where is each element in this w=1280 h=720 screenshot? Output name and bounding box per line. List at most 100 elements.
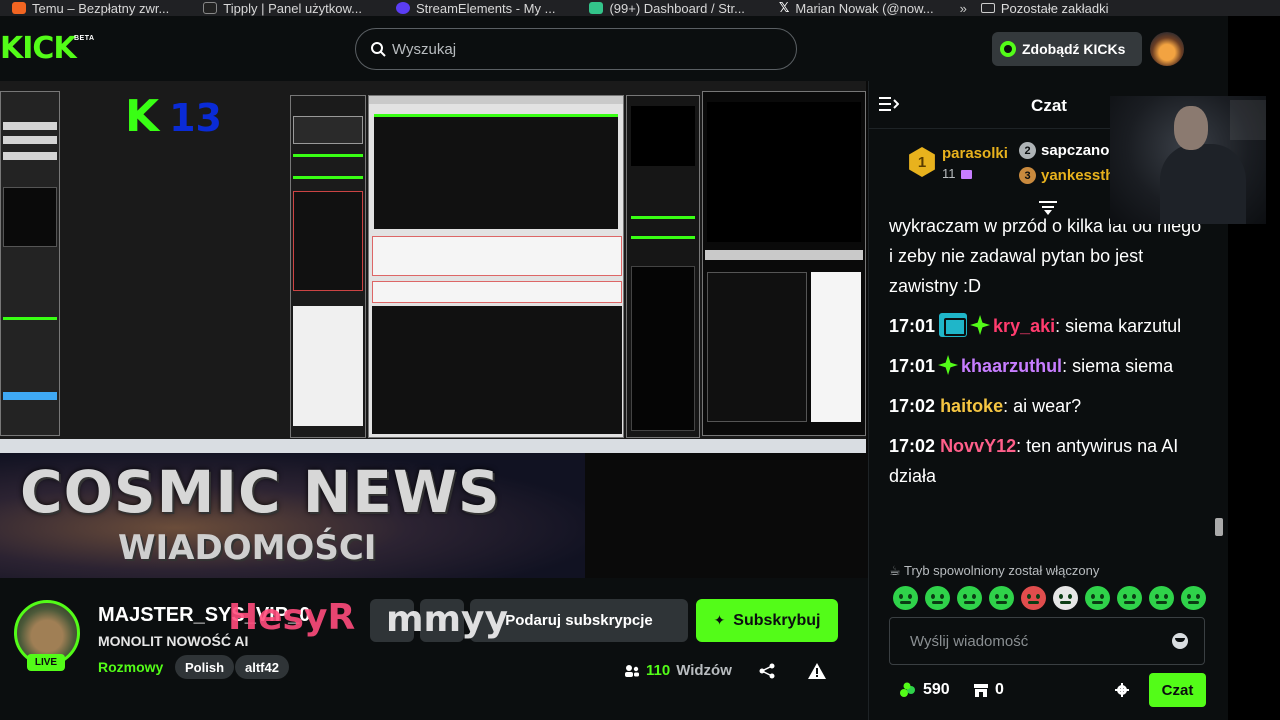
emote-icon[interactable] (957, 586, 982, 610)
chat-message: 17:01 kry_aki: siema karzutul (889, 311, 1209, 341)
leader-3-name[interactable]: yankessth (1041, 167, 1114, 184)
user-avatar[interactable] (1150, 32, 1184, 66)
folder-icon (980, 3, 995, 13)
gift-icon (960, 170, 972, 179)
folder-label: Pozostałe zakładki (1000, 0, 1109, 16)
tag-altf42[interactable]: altf42 (235, 655, 289, 679)
chat-input-box[interactable] (889, 617, 1205, 665)
banner-subtitle: WIADOMOŚCI (118, 528, 377, 568)
message-text: : siema karzutul (1055, 316, 1182, 336)
message-timestamp: 17:01 (889, 316, 936, 336)
message-text: : ai wear? (1003, 396, 1082, 416)
stream-info: LIVE MAJSTER_SYS_VIP_0 MONOLIT NOWOŚĆ AI… (0, 578, 868, 720)
message-username[interactable]: khaarzuthul (961, 356, 1062, 376)
message-timestamp: 17:02 (889, 436, 936, 456)
emote-icon[interactable] (1053, 586, 1078, 610)
overlay-number: 13 (169, 96, 222, 140)
leader-1-name[interactable]: parasolki (942, 145, 1008, 162)
dashboard-favicon-icon (589, 2, 604, 14)
slow-mode-text: Tryb spowolniony został włączony (904, 563, 1100, 578)
tipply-favicon-icon (203, 2, 218, 14)
points-icon (900, 682, 915, 697)
share-icon[interactable] (759, 663, 775, 679)
chat-message: 17:02 NovvY12: ten antywirus na AI dział… (889, 431, 1209, 491)
bookmarks-overflow-icon[interactable]: » (960, 1, 967, 16)
sparkle-icon: ✦ (713, 612, 726, 628)
emote-icon[interactable] (1149, 586, 1174, 610)
bookmarks-folder-other[interactable]: Pozostałe zakładki (980, 0, 1109, 16)
slow-mode-notice: ☕ Tryb spowolniony został włączony (889, 563, 1099, 579)
get-kicks-button[interactable]: Zdobądź KICKs (992, 32, 1142, 66)
kick-logo[interactable]: KICK (0, 34, 77, 64)
chat-input[interactable] (910, 632, 1160, 650)
leader-1-count: 11 (942, 166, 972, 181)
message-text: : siema siema (1062, 356, 1174, 376)
bookmarks-bar: Temu – Bezpłatny zwr... Tipply | Panel u… (0, 0, 1280, 16)
rank-3-badge: 3 (1019, 167, 1036, 184)
search-input[interactable] (392, 40, 772, 58)
stream-window-main (368, 95, 624, 438)
store-count: 0 (995, 681, 1004, 698)
stream-taskbar (0, 439, 866, 453)
viewers-icon (625, 664, 639, 677)
rank-2-badge: 2 (1019, 142, 1036, 159)
kick-sparkle-badge-icon (970, 315, 991, 335)
leader-2-name[interactable]: sapczano (1041, 142, 1109, 159)
banner-title: COSMIC NEWS (20, 458, 501, 526)
stream-window-right (702, 91, 866, 436)
bookmark-tipply[interactable]: Tipply | Panel użytkow... (191, 0, 384, 16)
channel-points[interactable]: 590 (899, 681, 950, 699)
chat-scrollbar[interactable] (1215, 518, 1223, 536)
emote-icon[interactable] (989, 586, 1014, 610)
gear-icon[interactable] (1115, 683, 1129, 697)
emote-icon[interactable] (1117, 586, 1142, 610)
live-badge: LIVE (27, 654, 65, 671)
stream-window-2 (290, 95, 366, 438)
viewer-count: 110 Widzów (624, 662, 732, 679)
search-bar[interactable] (355, 28, 797, 70)
chat-send-button[interactable]: Czat (1149, 673, 1206, 707)
stream-category[interactable]: Rozmowy (98, 659, 163, 675)
bookmark-streamelements[interactable]: StreamElements - My ... (384, 0, 577, 16)
bookmark-dashboard[interactable]: (99+) Dashboard / Str... (577, 0, 766, 16)
emote-icon[interactable] (893, 586, 918, 610)
page-root: Temu – Bezpłatny zwr... Tipply | Panel u… (0, 0, 1280, 720)
chat-message: 17:01 khaarzuthul: siema siema (889, 351, 1209, 381)
subscribe-button[interactable]: ✦ Subskrybuj (696, 599, 838, 642)
beta-badge: BETA (74, 35, 95, 42)
message-username[interactable]: NovvY12 (940, 436, 1016, 456)
emote-icon[interactable] (1085, 586, 1110, 610)
emote-icon[interactable] (1181, 586, 1206, 610)
store-button[interactable]: 0 (973, 681, 1004, 699)
emoji-picker-icon[interactable] (1172, 633, 1188, 649)
stream-title: MONOLIT NOWOŚĆ AI (98, 633, 249, 649)
stream-window-left (0, 91, 60, 436)
chat-message: 17:02 haitoke: ai wear? (889, 391, 1209, 421)
message-text: wykraczam w przód o kilka lat od niego i… (889, 216, 1202, 296)
report-icon[interactable] (808, 663, 826, 679)
points-value: 590 (923, 681, 950, 698)
bookmark-x-profile[interactable]: 𝕏 Marian Nowak (@now... (767, 0, 956, 16)
stream-window-4 (626, 95, 700, 438)
message-username[interactable]: haitoke (940, 396, 1003, 416)
overlay-k-letter: K (125, 91, 160, 142)
bookmark-label: Tipply | Panel użytkow... (223, 0, 363, 16)
tag-language[interactable]: Polish (175, 655, 235, 679)
kicks-coin-icon (1000, 41, 1016, 57)
slow-mode-icon: ☕ (889, 563, 901, 578)
message-username[interactable]: kry_aki (993, 316, 1055, 336)
bookmark-temu[interactable]: Temu – Bezpłatny zwr... (0, 0, 191, 16)
bookmark-label: StreamElements - My ... (416, 0, 556, 16)
overlay-k13: K 13 (125, 95, 222, 139)
emote-icon[interactable] (1021, 586, 1046, 610)
emote-icon[interactable] (925, 586, 950, 610)
store-icon (974, 684, 988, 697)
top-navigation: KICK BETA Zdobądź KICKs (0, 16, 1228, 81)
video-player[interactable]: K 13 COSMIC NEWS WIADOMOŚCI (0, 81, 868, 578)
bookmark-label: (99+) Dashboard / Str... (609, 0, 745, 16)
streamelements-favicon-icon (396, 2, 411, 14)
chat-message: wykraczam w przód o kilka lat od niego i… (889, 211, 1209, 301)
bookmark-label: Temu – Bezpłatny zwr... (32, 0, 170, 16)
message-timestamp: 17:02 (889, 396, 936, 416)
temu-favicon-icon (12, 2, 26, 14)
